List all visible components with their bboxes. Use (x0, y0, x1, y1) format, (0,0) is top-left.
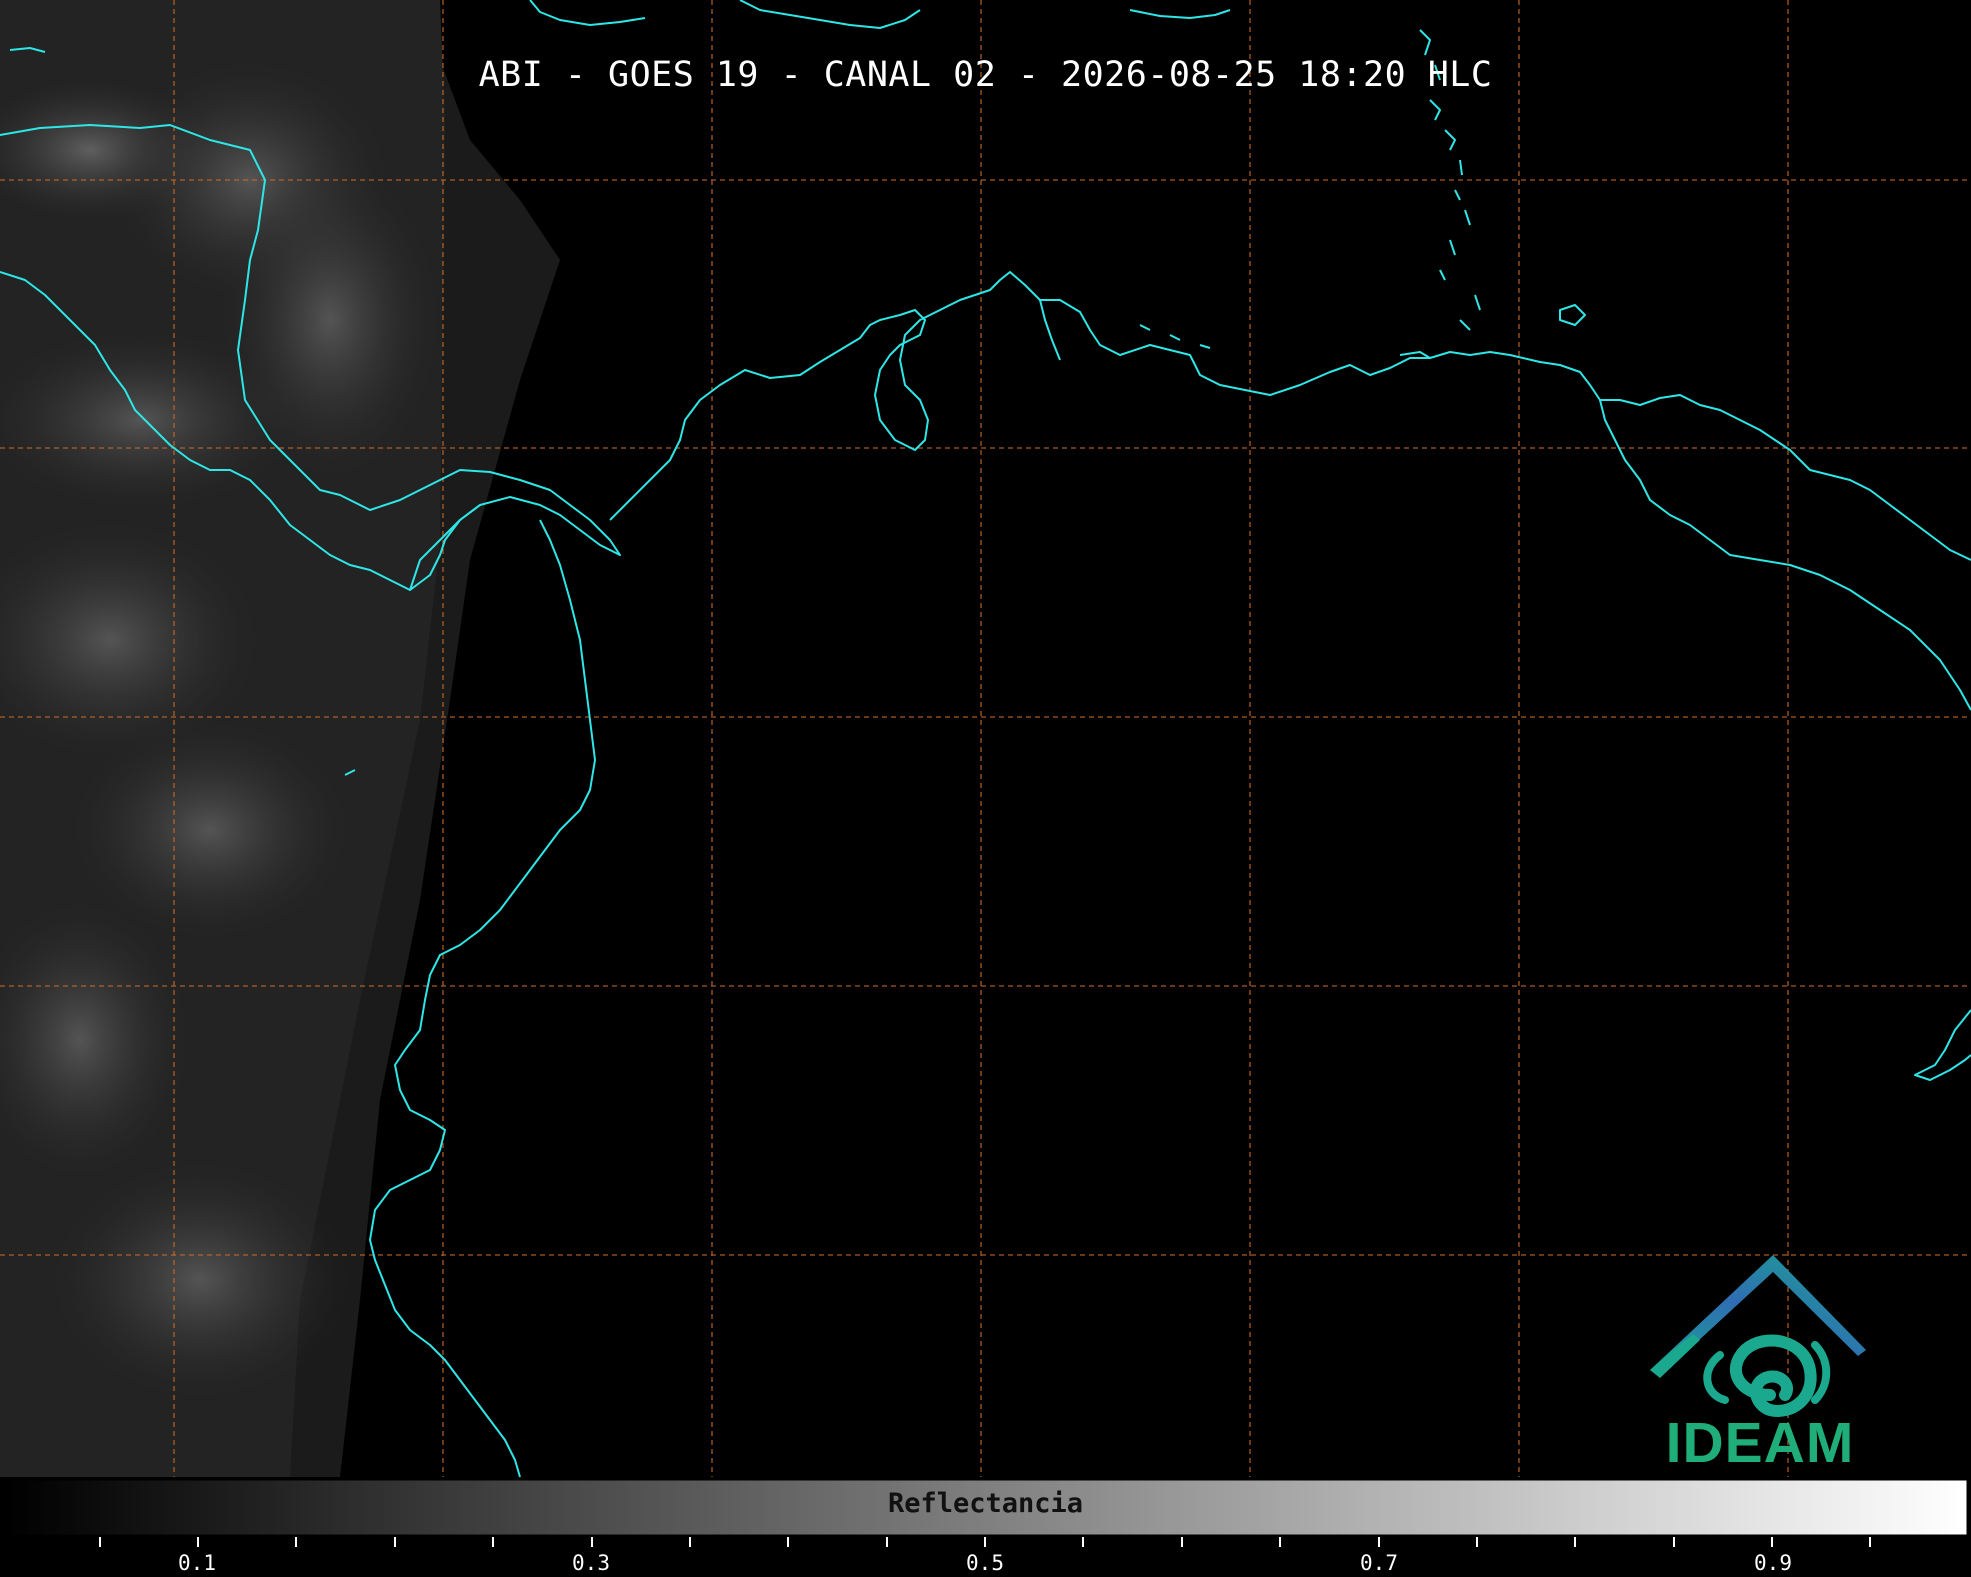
colorbar-tick-label: 0.7 (1360, 1551, 1398, 1575)
colorbar-tick-label: 0.1 (178, 1551, 216, 1575)
cloud-bright-7 (50, 1160, 350, 1400)
satellite-map (0, 0, 1971, 1577)
map-title: ABI - GOES 19 - CANAL 02 - 2026-08-25 18… (478, 55, 1493, 95)
colorbar-tick-label: 0.5 (966, 1551, 1004, 1575)
colorbar-label: Reflectancia (887, 1488, 1084, 1519)
cloud-bright-8 (220, 160, 440, 480)
colorbar-tick-label: 0.3 (572, 1551, 610, 1575)
colorbar-tick-label: 0.9 (1754, 1551, 1792, 1575)
ideam-logo-text: IDEAM (1665, 1411, 1855, 1475)
